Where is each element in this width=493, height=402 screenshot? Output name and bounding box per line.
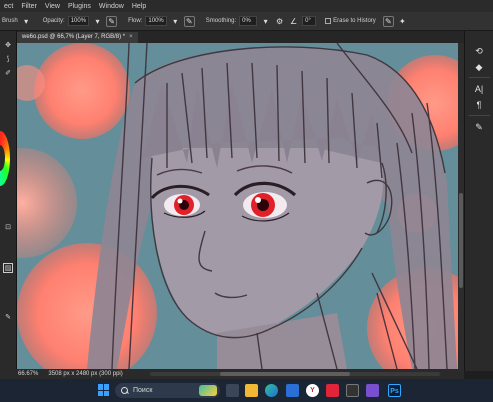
right-panel-strip: ⟲ ◆ A| ¶ ✎ [464, 31, 493, 371]
quick-mask-icon[interactable]: ▨ [3, 263, 13, 273]
chevron-down-icon[interactable]: ▾ [92, 16, 103, 27]
left-toolbar: ✥ ⟆ ✐ ⊡ ▨ ✎ [0, 31, 17, 371]
brush-tool-icon[interactable]: ✎ [3, 313, 13, 323]
zoom-tool-icon[interactable]: ⊡ [3, 223, 13, 233]
taskbar: Поиск Y Ps [0, 379, 493, 402]
menu-window[interactable]: Window [95, 3, 128, 10]
scrollbar-thumb[interactable] [459, 193, 463, 288]
character-icon[interactable]: A| [473, 83, 485, 95]
edge-icon[interactable] [265, 384, 278, 397]
menu-filter[interactable]: Filter [17, 3, 41, 10]
search-placeholder: Поиск [133, 387, 153, 394]
pressure-size-icon[interactable]: ✎ [382, 15, 394, 27]
opacity-field[interactable]: 100% [67, 16, 90, 26]
checkbox-box[interactable] [325, 18, 332, 24]
horizontal-scrollbar[interactable] [150, 372, 440, 376]
scrollbar-thumb[interactable] [220, 372, 350, 376]
brush-settings-icon[interactable]: ✎ [473, 121, 485, 133]
chevron-down-icon[interactable]: ▾ [260, 16, 271, 27]
angle-icon: ∠ [290, 16, 298, 26]
menu-plugins[interactable]: Plugins [64, 3, 95, 10]
photoshop-icon[interactable]: Ps [388, 384, 401, 397]
history-icon[interactable]: ⟲ [473, 45, 485, 57]
document-info[interactable]: 3508 px x 2480 px (300 ppi) [48, 371, 122, 377]
search-icon [121, 386, 129, 395]
menu-help[interactable]: Help [128, 3, 150, 10]
layers-icon[interactable]: ◆ [473, 61, 485, 73]
smoothing-field[interactable]: 0% [239, 16, 258, 26]
options-bar: Brush ▾ Opacity: 100% ▾ ✎ Flow: 100% ▾ ✎… [0, 12, 493, 31]
panel-divider [469, 77, 490, 78]
flow-label: Flow: [128, 18, 143, 24]
symmetry-icon[interactable]: ✦ [397, 16, 408, 27]
status-bar: 66.67% 3508 px x 2480 px (300 ppi) [0, 369, 464, 379]
panel-divider [469, 115, 490, 116]
pressure-opacity-icon[interactable]: ✎ [106, 15, 118, 27]
menu-view[interactable]: View [41, 3, 64, 10]
eyedropper-tool-icon[interactable]: ✐ [3, 69, 13, 79]
erase-to-history-label: Erase to History [333, 18, 376, 24]
tab-document[interactable]: we6o.psd @ 66,7% (Layer 7, RGB/8) * × [17, 32, 138, 43]
erase-to-history-checkbox[interactable]: Erase to History [325, 18, 376, 24]
move-tool-icon[interactable]: ✥ [3, 41, 13, 51]
smoothing-label: Smoothing: [205, 18, 237, 24]
close-icon[interactable]: × [129, 34, 133, 40]
app-tile-icon[interactable] [366, 384, 379, 397]
gear-icon[interactable]: ⚙ [274, 16, 285, 27]
menu-bar: ect Filter View Plugins Window Help [0, 0, 493, 12]
artwork [17, 43, 464, 369]
taskbar-search[interactable]: Поиск [115, 383, 220, 398]
task-view-icon[interactable] [226, 384, 239, 397]
yandex-browser-icon[interactable]: Y [306, 384, 319, 397]
mail-icon[interactable] [286, 384, 299, 397]
document-tabbar: we6o.psd @ 66,7% (Layer 7, RGB/8) * × [17, 31, 464, 43]
search-highlight-icon [199, 385, 217, 396]
bokeh-circle [34, 43, 130, 139]
tab-title: we6o.psd @ 66,7% (Layer 7, RGB/8) * [22, 34, 126, 40]
app-red-icon[interactable] [326, 384, 339, 397]
windows-start-icon[interactable] [98, 384, 110, 396]
tool-preset-label[interactable]: Brush [2, 18, 18, 24]
menu-select[interactable]: ect [0, 3, 17, 10]
opacity-label: Opacity: [42, 18, 65, 24]
airbrush-icon[interactable]: ✎ [183, 15, 195, 27]
zoom-level[interactable]: 66.67% [18, 371, 38, 377]
app-dark-icon[interactable] [346, 384, 359, 397]
file-explorer-icon[interactable] [245, 384, 258, 397]
chevron-down-icon[interactable]: ▾ [170, 16, 181, 27]
color-wheel[interactable] [0, 131, 10, 186]
angle-field[interactable]: 0° [302, 16, 317, 26]
lasso-tool-icon[interactable]: ⟆ [3, 55, 13, 65]
paragraph-icon[interactable]: ¶ [473, 99, 485, 111]
canvas-area[interactable] [17, 43, 464, 369]
flow-field[interactable]: 100% [145, 16, 167, 26]
chevron-down-icon[interactable]: ▾ [21, 16, 32, 27]
